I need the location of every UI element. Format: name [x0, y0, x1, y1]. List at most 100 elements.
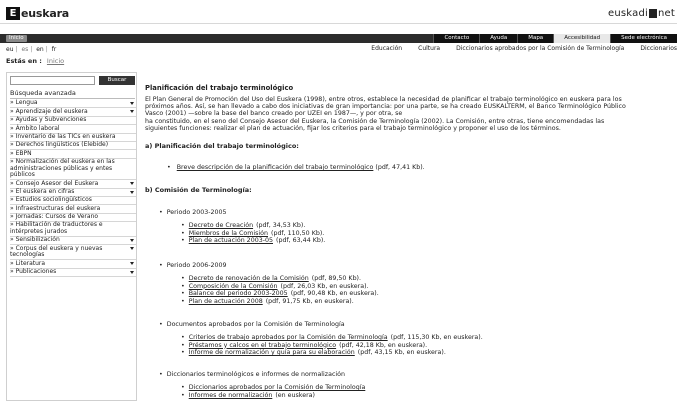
- sidebar-item-label: » Normalización del euskera en las admin…: [10, 158, 115, 179]
- doc-meta: (pdf, 90,48 Kb, en euskera).: [290, 290, 379, 297]
- tab-accesibilidad[interactable]: Accesibilidad: [553, 34, 611, 43]
- doc-item: Composición de la Comisión(pdf, 26,03 Kb…: [181, 283, 369, 290]
- chevron-down-icon[interactable]: [130, 247, 134, 251]
- intro-line: próximos años. Así, se han llevado a cab…: [145, 103, 626, 111]
- doc-link[interactable]: Informes de normalización: [189, 392, 273, 399]
- lang-fr[interactable]: fr: [52, 46, 57, 53]
- doc-meta: (pdf, 43,15 Kb, en euskera).: [357, 349, 446, 356]
- sidebar-item-label: » Aprendizaje del euskera: [10, 107, 88, 115]
- chevron-down-icon[interactable]: [130, 270, 134, 274]
- page-title: Planificación del trabajo terminológico: [145, 84, 294, 92]
- lang-en[interactable]: en: [36, 46, 44, 53]
- euskadi-logo-tail: net: [657, 8, 675, 19]
- chevron-down-icon[interactable]: [130, 190, 134, 194]
- doc-link[interactable]: Decreto de renovación de la Comisión: [189, 275, 309, 282]
- doc-link[interactable]: Composición de la Comisión: [189, 283, 278, 290]
- intro-line: Vasco (2001) —sobre la base del banco cr…: [145, 110, 403, 118]
- tab-contacto[interactable]: Contacto: [433, 34, 480, 43]
- cat-diccionarios[interactable]: Diccionarios: [640, 45, 677, 52]
- tab-ayuda[interactable]: Ayuda: [479, 34, 518, 43]
- breadcrumb: Estás en : Inicio: [6, 57, 64, 65]
- sidebar-item[interactable]: » Corpus del euskera y nuevas tecnología…: [10, 244, 136, 261]
- doc-meta: (pdf, 26,03 Kb, en euskera).: [280, 282, 369, 290]
- chevron-down-icon[interactable]: [130, 239, 134, 243]
- lang-eu[interactable]: eu: [6, 46, 14, 53]
- section-b-title: b) Comisión de Terminología:: [145, 186, 252, 194]
- doc-meta: (pdf, 110,50 Kb).: [270, 229, 325, 237]
- sidebar-item-label: » Consejo Asesor del Euskera: [10, 179, 99, 187]
- sidebar-item-label: » Publicaciones: [10, 268, 57, 276]
- period-2006-2009: Periodo 2006-2009: [159, 262, 227, 269]
- doc-item: Decreto de renovación de la Comisión(pdf…: [181, 275, 361, 282]
- doc-meta: (pdf, 34,53 Kb).: [256, 222, 306, 229]
- doc-item: Balance del periodo 2003-2005(pdf, 90,48…: [181, 290, 379, 297]
- cat-educacion[interactable]: Educación: [371, 45, 402, 52]
- doc-link[interactable]: Informe de normalización y guía para su …: [189, 349, 355, 356]
- doc-item: Diccionarios aprobados por la Comisión d…: [181, 384, 368, 391]
- doc-link[interactable]: Breve descripción de la planificación de…: [177, 164, 374, 171]
- sidebar-item-label: » Sensibilización: [10, 236, 60, 244]
- section-a-title: a) Planificación del trabajo terminológi…: [145, 142, 299, 150]
- sidebar-item-label: » Literatura: [10, 259, 46, 267]
- sidebar-item-label: » EBPN: [10, 149, 32, 157]
- doc-meta: (pdf, 89,50 Kb).: [311, 275, 362, 282]
- doc-link[interactable]: Plan de actuación 2003-05: [189, 237, 273, 244]
- lang-es[interactable]: es: [21, 46, 28, 53]
- sidebar-item[interactable]: » Habilitación de traductores e intérpre…: [10, 222, 136, 238]
- sidebar-item-label: » Estudios sociolingüísticos: [10, 196, 92, 204]
- doc-item: Informe de normalización y guía para su …: [181, 349, 446, 356]
- tab-mapa[interactable]: Mapa: [517, 34, 554, 43]
- logo-text: euskara: [21, 6, 70, 20]
- sidebar-item-label: » El euskera en cifras: [10, 187, 75, 195]
- sidebar-item[interactable]: » Normalización del euskera en las admin…: [10, 158, 136, 181]
- doc-link[interactable]: Criterios de trabajo aprobados por la Co…: [189, 334, 388, 341]
- sidebar-item-label: » Corpus del euskera y nuevas tecnología…: [10, 244, 103, 259]
- euskara-logo[interactable]: E euskara: [6, 6, 69, 20]
- intro-line: siguientes funciones: realizar el plan d…: [145, 124, 561, 132]
- breadcrumb-home[interactable]: Inicio: [47, 57, 64, 65]
- euskadi-net-logo[interactable]: euskadi net: [608, 8, 675, 19]
- doc-link[interactable]: Préstamos y calcos en el trabajo termino…: [189, 342, 336, 349]
- tab-sede-electronica[interactable]: Sede electrónica: [610, 34, 677, 43]
- cat-diccionarios-aprobados[interactable]: Diccionarios aprobados por la Comisión d…: [456, 45, 624, 52]
- advanced-search-link[interactable]: Búsqueda avanzada: [10, 89, 76, 97]
- breadcrumb-label: Estás en :: [6, 57, 42, 65]
- sidebar-item-label: » Ayudas y Subvenciones: [10, 116, 87, 124]
- chevron-down-icon[interactable]: [130, 182, 134, 186]
- top-nav: Contacto Ayuda Mapa Accesibilidad Sede e…: [433, 34, 677, 43]
- search-row: Buscar: [10, 76, 135, 85]
- sidebar-item-label: » Inventario de las TICs en euskera: [10, 132, 116, 140]
- language-bar: eu | es | en | fr: [6, 46, 57, 53]
- doc-item: Breve descripción de la planificación de…: [167, 164, 425, 171]
- doc-item: Informes de normalización(en euskera): [181, 392, 315, 399]
- cat-cultura[interactable]: Cultura: [418, 45, 440, 52]
- doc-link[interactable]: Decreto de Creación: [189, 222, 253, 229]
- chevron-down-icon[interactable]: [130, 262, 134, 266]
- doc-meta: (pdf, 91,75 Kb, en euskera).: [265, 297, 354, 305]
- doc-meta: (pdf, 42,18 Kb, en euskera).: [339, 341, 428, 349]
- doc-meta: (pdf, 47,41 Kb).: [375, 164, 425, 171]
- header-divider: [0, 23, 677, 24]
- category-nav: Educación Cultura Diccionarios aprobados…: [355, 45, 677, 52]
- chevron-down-icon[interactable]: [130, 102, 134, 105]
- euskadi-logo-mark-icon: [648, 8, 657, 18]
- doc-link[interactable]: Plan de actuación 2008: [189, 298, 263, 305]
- sidebar-item-label: » Ámbito laboral: [10, 124, 60, 132]
- search-input[interactable]: [10, 76, 95, 85]
- doc-item: Decreto de Creación(pdf, 34,53 Kb).: [181, 222, 306, 229]
- dictionaries-heading: Diccionarios terminológicos e informes d…: [159, 371, 345, 378]
- logo-badge: E: [6, 6, 20, 20]
- doc-link[interactable]: Balance del periodo 2003-2005: [189, 290, 288, 297]
- search-button[interactable]: Buscar: [99, 76, 135, 85]
- doc-link[interactable]: Miembros de la Comisión: [189, 230, 268, 237]
- sidebar-item[interactable]: » Publicaciones: [10, 268, 136, 278]
- doc-meta: (pdf, 115,30 Kb, en euskera).: [390, 334, 483, 341]
- sidebar-menu: » Lengua» Aprendizaje del euskera» Ayuda…: [10, 100, 136, 278]
- doc-item: Criterios de trabajo aprobados por la Co…: [181, 334, 483, 341]
- intro-line: ha constituido, en el seno del Consejo A…: [145, 117, 605, 125]
- doc-item: Plan de actuación 2003-05(pdf, 63,44 Kb)…: [181, 237, 326, 244]
- chevron-down-icon[interactable]: [130, 110, 134, 114]
- home-tab[interactable]: Inicio: [6, 35, 27, 42]
- doc-link[interactable]: Diccionarios aprobados por la Comisión d…: [189, 384, 366, 391]
- approved-docs-heading: Documentos aprobados por la Comisión de …: [159, 321, 345, 328]
